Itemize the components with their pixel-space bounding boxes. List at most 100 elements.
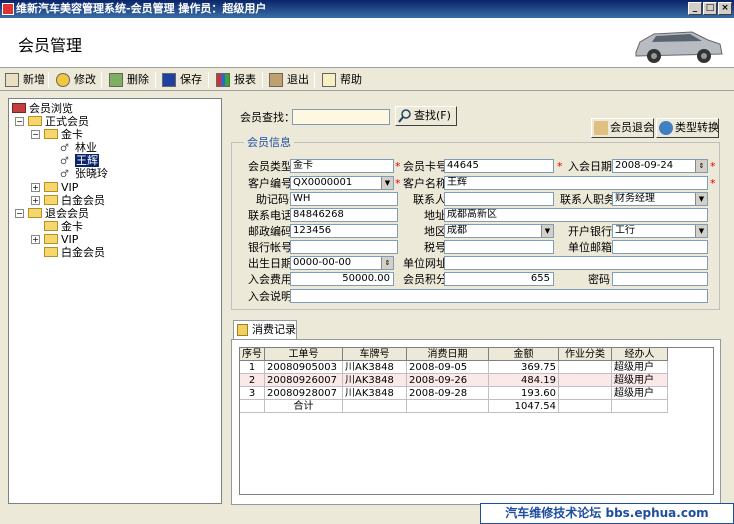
table-cell[interactable] [559,387,612,400]
address-input[interactable]: 成都高新区 [444,208,708,222]
exit-button[interactable]: 退出 [267,71,309,89]
column-header[interactable]: 序号 [240,348,265,361]
birth-date-input[interactable]: 0000-00-00 ⇕ [290,256,394,270]
member-icon: ♂ [60,156,69,167]
table-cell[interactable]: 20080928007 [265,387,343,400]
company-email-input[interactable] [612,240,708,254]
join-note-input[interactable] [290,289,708,303]
join-fee-input[interactable]: 50000.00 [290,272,394,286]
table-cell[interactable]: 2008-09-05 [407,361,489,374]
column-header[interactable]: 金额 [489,348,559,361]
bank-select[interactable]: 工行 ▼ [612,224,708,238]
table-cell[interactable]: 超级用户 [612,374,668,387]
table-cell[interactable]: 川AK3848 [343,361,407,374]
tree-node-member[interactable]: ♂ 林业 [60,141,97,154]
chevron-down-icon[interactable]: ▼ [695,193,707,205]
memo-code-input[interactable]: WH [290,192,398,206]
customer-number-select[interactable]: QX0000001 ▼ [290,176,394,190]
member-info-title: 会员信息 [244,136,294,149]
zip-code-input[interactable]: 123456 [290,224,398,238]
convert-type-button[interactable]: 类型转换 [656,118,719,138]
tree-node-regular[interactable]: 正式会员 [28,115,89,128]
chevron-down-icon[interactable]: ▼ [695,225,707,237]
add-button[interactable]: 新增 [3,71,45,89]
table-cell[interactable]: 193.60 [489,387,559,400]
tree-node-label: 退会会员 [45,207,89,220]
tree-node-gold[interactable]: 金卡 [44,128,83,141]
tax-number-input[interactable] [444,240,554,254]
member-type-input[interactable]: 金卡 [290,159,394,173]
save-button[interactable]: 保存 [160,71,202,89]
table-cell[interactable]: 369.75 [489,361,559,374]
edit-label: 修改 [74,73,96,86]
table-cell[interactable]: 20080905003 [265,361,343,374]
card-number-input[interactable]: 44645 [444,159,554,173]
tax-label: 税号 [424,241,446,254]
expand-icon[interactable]: + [31,183,40,192]
contact-input[interactable] [444,192,554,206]
table-cell[interactable] [559,374,612,387]
tree-node-retired-vip[interactable]: VIP [44,233,78,246]
tab-consumption-records[interactable]: 消费记录 [233,320,297,340]
address-label: 地址 [424,209,446,222]
table-cell[interactable]: 川AK3848 [343,374,407,387]
tree-node-retired-platinum[interactable]: 白金会员 [44,246,105,259]
column-header[interactable]: 车牌号 [343,348,407,361]
tree-node-member[interactable]: ♂ 张晓玲 [60,167,108,180]
password-input[interactable] [612,272,708,286]
table-cell[interactable]: 2 [240,374,265,387]
column-header[interactable]: 消费日期 [407,348,489,361]
table-cell[interactable]: 超级用户 [612,361,668,374]
chevron-down-icon[interactable]: ▼ [381,177,393,189]
expand-icon[interactable]: + [31,196,40,205]
report-button[interactable]: 报表 [214,71,256,89]
collapse-icon[interactable]: − [15,209,24,218]
tree-node-platinum[interactable]: 白金会员 [44,194,105,207]
delete-button[interactable]: 删除 [107,71,149,89]
table-cell[interactable]: 川AK3848 [343,387,407,400]
minimize-button[interactable]: _ [688,2,702,15]
collapse-icon[interactable]: − [15,117,24,126]
table-cell[interactable]: 484.19 [489,374,559,387]
total-row-cell [240,400,265,413]
table-cell[interactable]: 20080926007 [265,374,343,387]
close-button[interactable]: × [718,2,732,15]
help-button[interactable]: 帮助 [320,71,362,89]
spinner-icon[interactable]: ⇕ [695,160,707,172]
edit-button[interactable]: 修改 [54,71,96,89]
table-cell[interactable]: 2008-09-28 [407,387,489,400]
customer-name-input[interactable]: 王辉 [444,176,708,190]
table-cell[interactable]: 2008-09-26 [407,374,489,387]
join-date-input[interactable]: 2008-09-24 ⇕ [612,159,708,173]
tree-node-retired[interactable]: 退会会员 [28,207,89,220]
tree-node-retired-gold[interactable]: 金卡 [44,220,83,233]
tree-node-root[interactable]: 会员浏览 [12,102,73,115]
delete-label: 删除 [127,73,149,86]
column-header[interactable]: 工单号 [265,348,343,361]
points-label: 会员积分 [403,273,447,286]
spinner-icon[interactable]: ⇕ [381,257,393,269]
table-cell[interactable] [559,361,612,374]
member-points-input[interactable]: 655 [444,272,554,286]
member-tree: 会员浏览 − 正式会员 − 金卡 ♂ 林业 ♂ 王辉 ♂ 张晓玲 + VIP + 白金… [8,98,222,504]
collapse-icon[interactable]: − [31,130,40,139]
table-cell[interactable]: 1 [240,361,265,374]
phone-input[interactable]: 84846268 [290,208,398,222]
chevron-down-icon[interactable]: ▼ [541,225,553,237]
withdraw-member-button[interactable]: 会员退会 [591,118,654,138]
tree-node-member-selected[interactable]: ♂ 王辉 [60,154,99,167]
member-icon: ♂ [60,143,69,154]
expand-icon[interactable]: + [31,235,40,244]
table-cell[interactable]: 3 [240,387,265,400]
search-input[interactable] [292,109,390,125]
region-select[interactable]: 成都 ▼ [444,224,554,238]
column-header[interactable]: 作业分类 [559,348,612,361]
column-header[interactable]: 经办人 [612,348,668,361]
tree-node-vip[interactable]: VIP [44,181,78,194]
contact-title-select[interactable]: 财务经理 ▼ [612,192,708,206]
company-website-input[interactable] [444,256,708,270]
bank-account-input[interactable] [290,240,398,254]
search-button[interactable]: 查找(F) [395,106,457,126]
table-cell[interactable]: 超级用户 [612,387,668,400]
maximize-button[interactable]: □ [703,2,717,15]
